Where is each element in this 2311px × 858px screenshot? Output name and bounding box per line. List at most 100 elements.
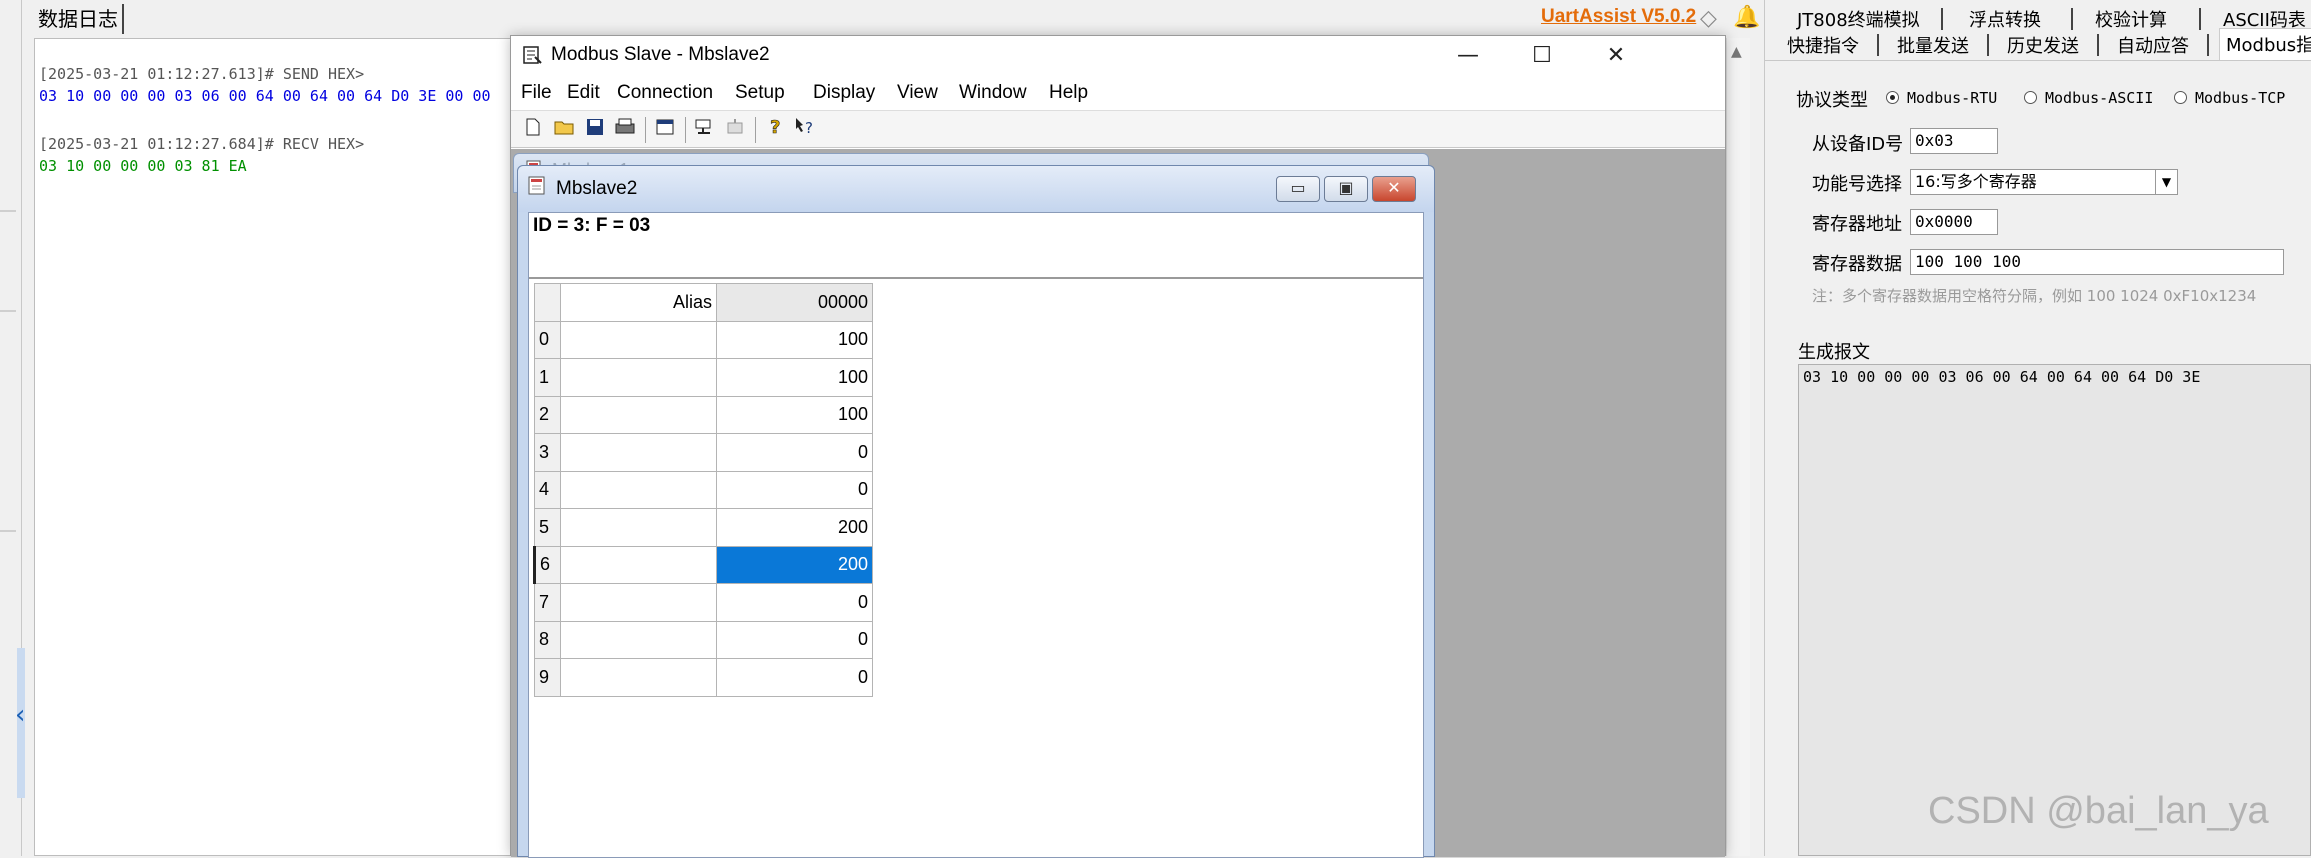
child-minimize-button[interactable]: ▭ — [1276, 176, 1320, 202]
tab-modbus-command[interactable]: Modbus指令 — [2219, 28, 2311, 60]
slave-id-label: 从设备ID号 — [1812, 134, 1904, 155]
table-row[interactable]: 5 200 — [534, 508, 873, 547]
minimize-button[interactable]: — — [1431, 36, 1505, 76]
menu-connection[interactable]: Connection — [617, 82, 713, 104]
register-value-cell[interactable]: 0 — [716, 583, 873, 622]
row-header[interactable]: 3 — [534, 433, 561, 472]
row-header[interactable]: 2 — [534, 395, 561, 434]
alias-cell[interactable] — [560, 508, 717, 547]
close-button[interactable]: ✕ — [1579, 36, 1653, 76]
table-row[interactable]: 80 — [534, 620, 873, 659]
alias-cell[interactable] — [560, 583, 717, 622]
menu-setup[interactable]: Setup — [735, 82, 785, 104]
register-value-cell[interactable]: 0 — [716, 433, 873, 472]
tab-batch-send[interactable]: 批量发送 — [1897, 32, 1969, 58]
register-value-cell[interactable]: 200 — [716, 508, 873, 547]
alias-cell[interactable] — [560, 620, 717, 659]
alias-cell[interactable] — [560, 658, 717, 697]
diamond-icon[interactable]: ◇ — [1700, 6, 1717, 31]
open-folder-icon[interactable] — [551, 116, 579, 144]
register-value-cell[interactable]: 0 — [716, 658, 873, 697]
help-icon[interactable]: ? — [761, 116, 789, 144]
table-row[interactable]: 30 — [534, 433, 873, 472]
child-close-button[interactable]: ✕ — [1372, 176, 1416, 202]
context-help-icon[interactable]: ? — [791, 116, 819, 144]
slave-id-input[interactable]: 0x03 — [1910, 128, 1998, 154]
register-value-cell[interactable]: 0 — [716, 620, 873, 659]
register-value-cell[interactable]: 100 — [716, 358, 873, 397]
new-document-icon[interactable] — [519, 116, 547, 144]
alias-cell[interactable] — [560, 395, 717, 434]
generated-message-textarea[interactable]: 03 10 00 00 00 03 06 00 64 00 64 00 64 D… — [1798, 364, 2311, 856]
connect-icon[interactable] — [691, 116, 719, 144]
modbus-slave-window: Modbus Slave - Mbslave2 — ☐ ✕ File Edit … — [510, 35, 1726, 858]
chevron-left-icon[interactable]: ‹ — [15, 700, 25, 730]
mdi-client-area: Mbslave1 Mbslave2 ▭ ▣ ✕ ID = 3: F = 03 — [511, 149, 1725, 858]
alias-cell[interactable] — [560, 433, 717, 472]
row-header[interactable]: 0 — [534, 320, 561, 359]
row-header[interactable]: 5 — [534, 508, 561, 547]
table-row[interactable]: 2 100 — [534, 395, 873, 434]
log-scrollbar[interactable] — [1726, 38, 1750, 856]
radio-modbus-ascii[interactable]: Modbus-ASCII — [2024, 89, 2153, 107]
radio-dot — [2174, 91, 2187, 104]
row-header[interactable]: 6 — [533, 545, 561, 584]
table-row[interactable]: 0 100 — [534, 320, 873, 359]
row-header[interactable]: 4 — [534, 470, 561, 509]
row-header[interactable]: 7 — [534, 583, 561, 622]
alias-cell[interactable] — [560, 320, 717, 359]
register-value-cell[interactable]: 100 — [716, 320, 873, 359]
menu-display[interactable]: Display — [813, 82, 875, 104]
register-value-cell[interactable]: 100 — [716, 395, 873, 434]
child-titlebar[interactable]: Mbslave2 ▭ ▣ ✕ — [518, 166, 1434, 212]
column-header-address[interactable]: 00000 — [716, 283, 873, 322]
table-row[interactable]: 70 — [534, 583, 873, 622]
tab-float-convert[interactable]: 浮点转换 — [1969, 6, 2041, 32]
register-value-cell-selected[interactable]: 200 — [716, 545, 873, 584]
tab-jt808[interactable]: JT808终端模拟 — [1797, 6, 1920, 32]
menu-window[interactable]: Window — [959, 82, 1027, 104]
scroll-up-icon[interactable]: ▲ — [1731, 44, 1742, 60]
register-value-cell[interactable]: 0 — [716, 470, 873, 509]
toolbar: ? ? — [511, 110, 1725, 148]
disconnect-icon[interactable] — [721, 116, 749, 144]
tab-data-log[interactable]: 数据日志 — [34, 4, 124, 34]
function-label: 功能号选择 — [1812, 174, 1902, 195]
row-header[interactable]: 1 — [534, 358, 561, 397]
menu-view[interactable]: View — [897, 82, 938, 104]
corner-cell[interactable] — [534, 283, 561, 322]
app-title-link[interactable]: UartAssist V5.0.2 — [1541, 6, 1696, 28]
register-address-input[interactable]: 0x0000 — [1910, 209, 1998, 235]
save-icon[interactable] — [581, 116, 609, 144]
table-row[interactable]: 1 100 — [534, 358, 873, 397]
function-select[interactable]: 16:写多个寄存器 ▼ — [1910, 169, 2178, 195]
menu-edit[interactable]: Edit — [567, 82, 600, 104]
radio-modbus-tcp[interactable]: Modbus-TCP — [2174, 89, 2285, 107]
window-titlebar[interactable]: Modbus Slave - Mbslave2 — ☐ ✕ — [511, 36, 1725, 76]
tab-quick-command[interactable]: 快捷指令 — [1787, 32, 1859, 58]
row-header[interactable]: 8 — [534, 620, 561, 659]
menu-file[interactable]: File — [521, 82, 552, 104]
tab-separator — [1987, 34, 1989, 56]
tab-checksum[interactable]: 校验计算 — [2095, 6, 2167, 32]
child-window-title: Mbslave2 — [556, 178, 638, 199]
table-row[interactable]: 90 — [534, 658, 873, 697]
register-data-input[interactable]: 100 100 100 — [1910, 249, 2284, 275]
chevron-down-icon[interactable]: ▼ — [2155, 170, 2177, 194]
column-header-alias[interactable]: Alias — [560, 283, 717, 322]
alias-cell[interactable] — [560, 358, 717, 397]
menu-help[interactable]: Help — [1049, 82, 1088, 104]
bell-icon[interactable]: 🔔 — [1733, 5, 1760, 30]
child-maximize-button[interactable]: ▣ — [1324, 176, 1368, 202]
table-row-selected[interactable]: 6 200 — [533, 545, 873, 584]
tab-history-send[interactable]: 历史发送 — [2007, 32, 2079, 58]
row-header[interactable]: 9 — [534, 658, 561, 697]
tab-auto-reply[interactable]: 自动应答 — [2117, 32, 2189, 58]
window-icon[interactable] — [651, 116, 679, 144]
print-icon[interactable] — [611, 116, 639, 144]
alias-cell[interactable] — [560, 470, 717, 509]
table-row[interactable]: 40 — [534, 470, 873, 509]
alias-cell[interactable] — [560, 545, 717, 584]
maximize-button[interactable]: ☐ — [1505, 36, 1579, 76]
radio-modbus-rtu[interactable]: Modbus-RTU — [1886, 89, 1997, 107]
